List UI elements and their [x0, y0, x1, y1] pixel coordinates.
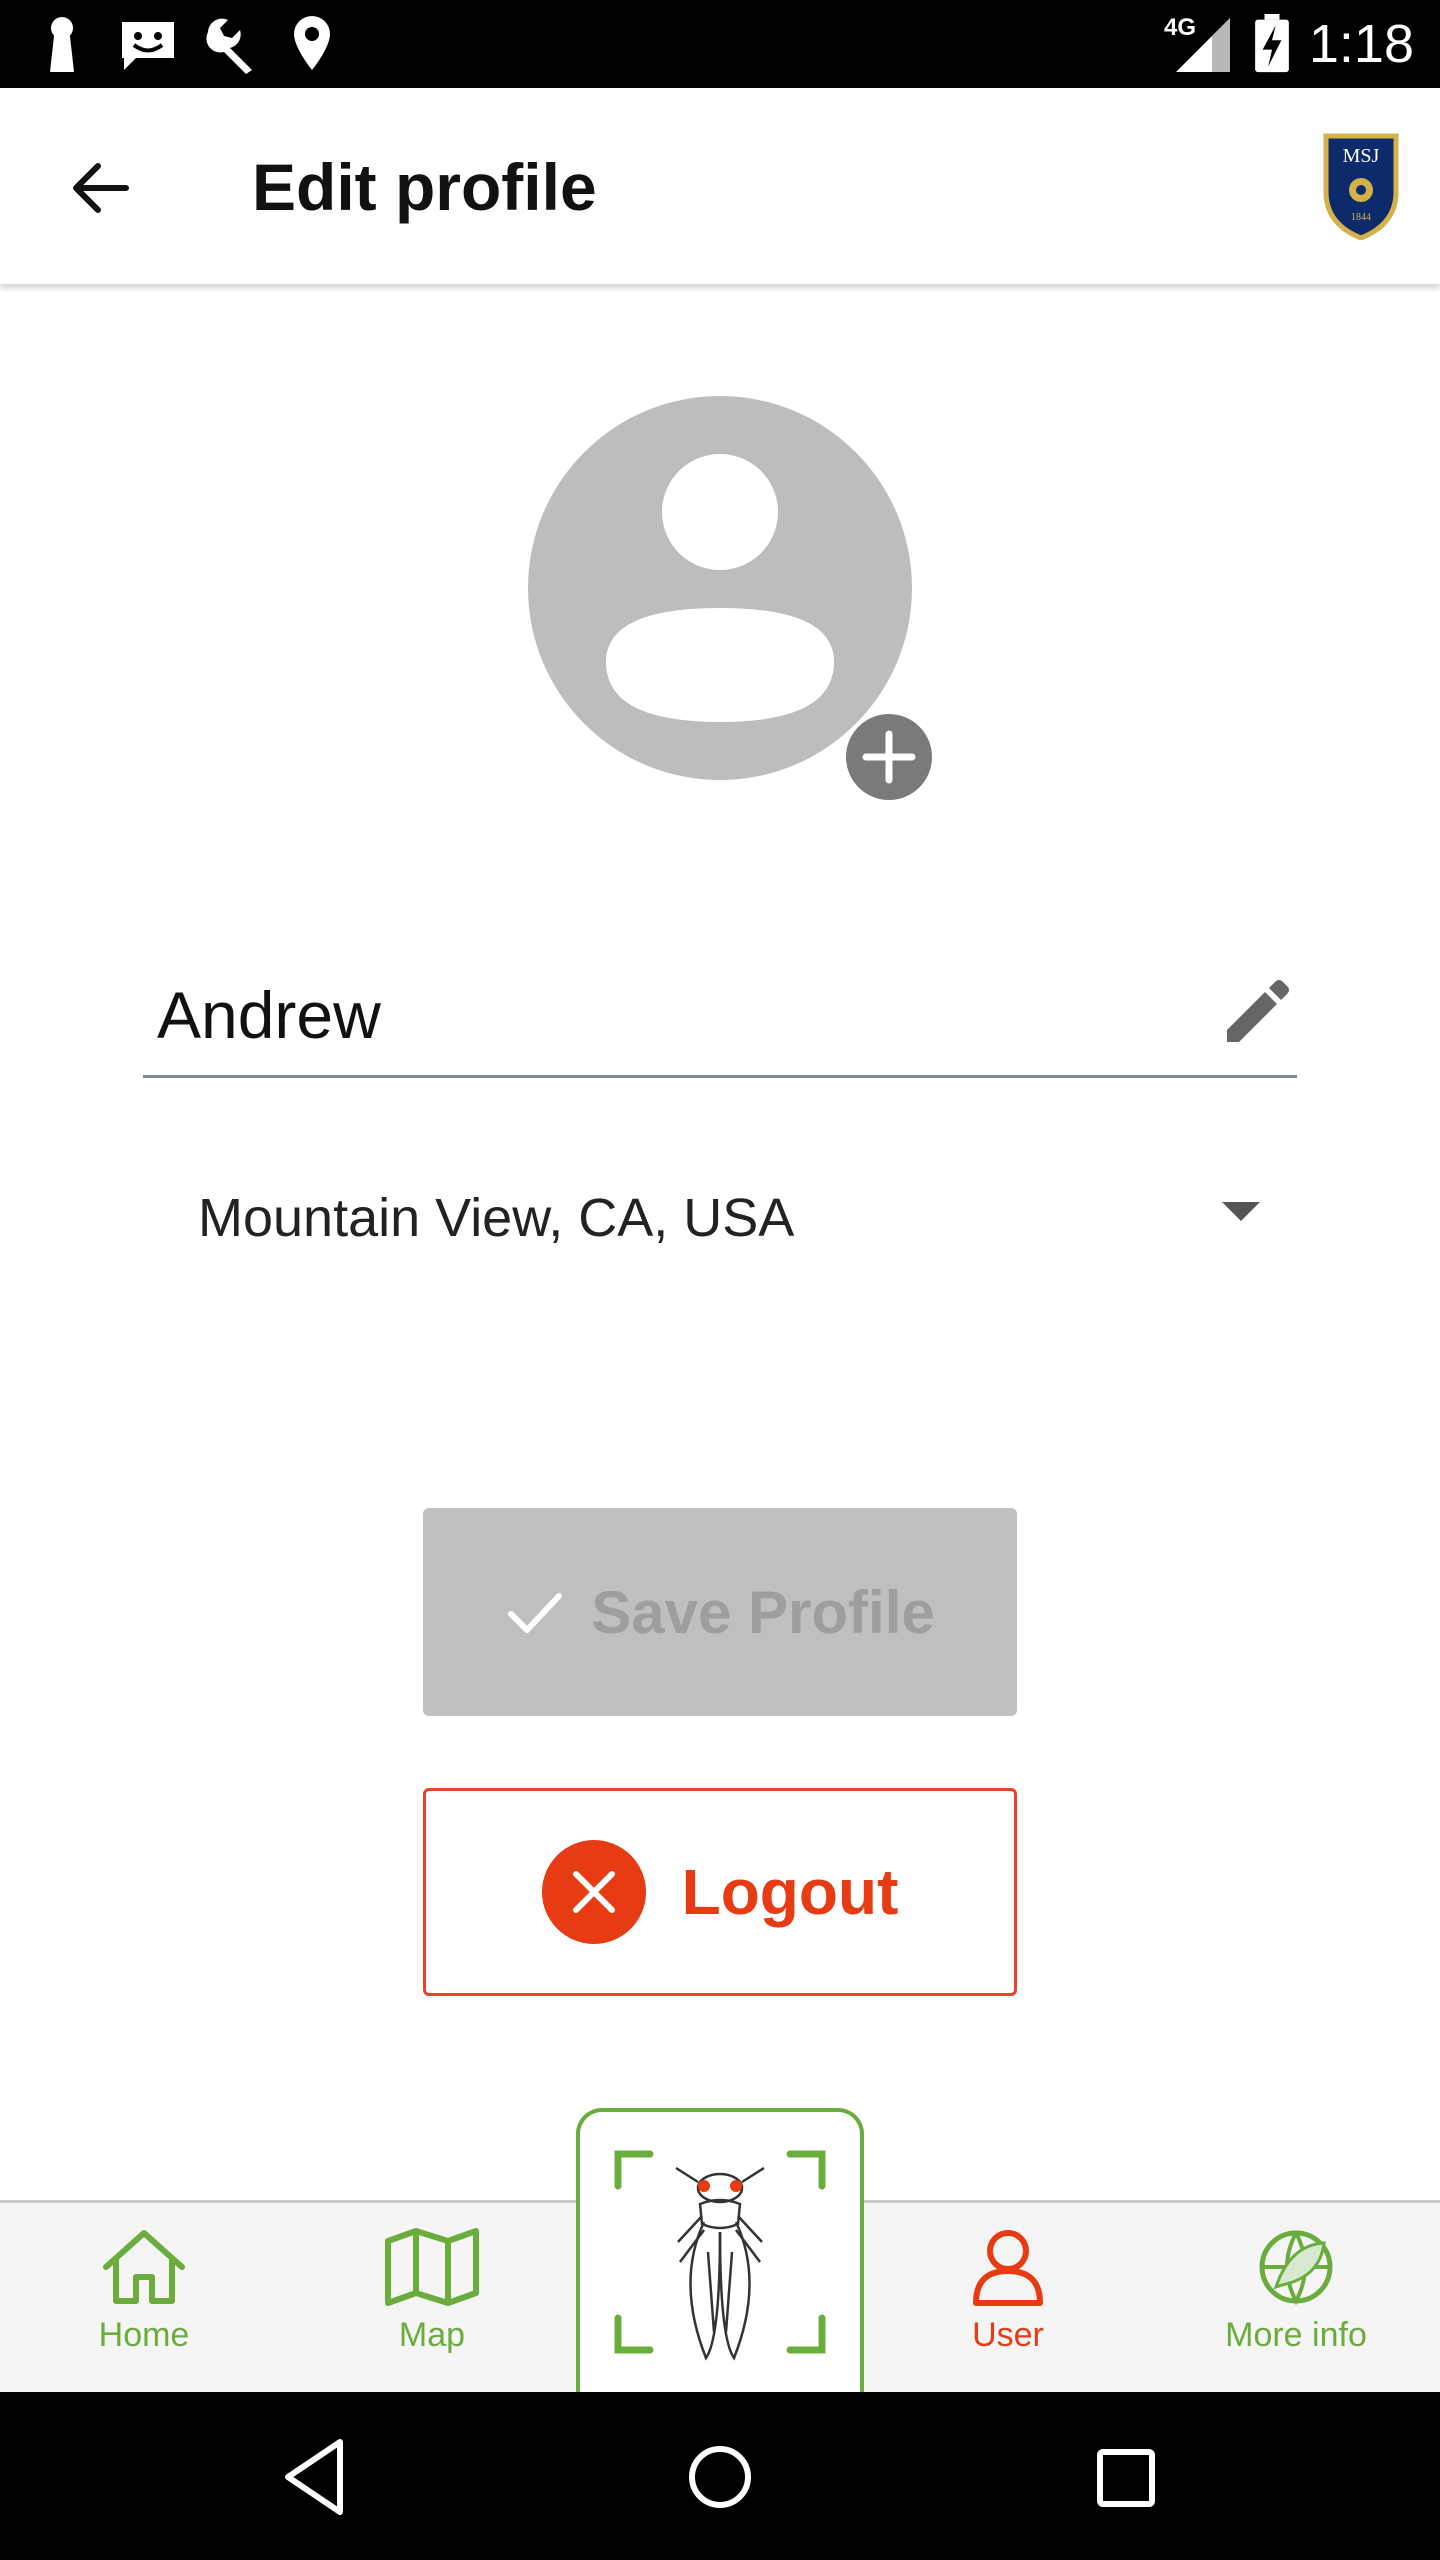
cicada-scan-icon — [614, 2150, 826, 2361]
nav-more-info[interactable]: More info — [1196, 2203, 1396, 2393]
clock: 1:18 — [1308, 14, 1414, 74]
nav-user-label: User — [972, 2316, 1044, 2354]
arrow-back-icon — [73, 163, 129, 213]
system-home-icon[interactable] — [675, 2432, 765, 2522]
scan-cicada-button[interactable] — [576, 2108, 864, 2392]
message-icon — [122, 22, 174, 70]
pencil-icon[interactable] — [1219, 978, 1291, 1050]
system-navigation-bar — [0, 2392, 1440, 2560]
add-photo-button[interactable] — [842, 710, 936, 804]
plus-icon — [862, 730, 916, 784]
name-field-container — [143, 950, 1297, 1078]
nav-more-info-label: More info — [1225, 2316, 1367, 2354]
nav-home-label: Home — [98, 2316, 190, 2354]
logout-button[interactable]: Logout — [423, 1788, 1017, 1996]
user-icon — [973, 2230, 1043, 2306]
wrench-icon — [206, 18, 252, 74]
nav-map-label: Map — [398, 2316, 466, 2354]
map-icon — [385, 2228, 479, 2306]
globe-leaf-icon — [1259, 2230, 1333, 2306]
nav-home[interactable]: Home — [58, 2203, 230, 2393]
system-back-icon[interactable] — [270, 2432, 360, 2522]
logo-year: 1844 — [1351, 212, 1371, 223]
save-profile-button[interactable]: Save Profile — [423, 1508, 1017, 1716]
logo-text: MSJ — [1343, 145, 1380, 167]
school-logo: MSJ 1844 — [1323, 133, 1399, 240]
location-pin-icon — [294, 16, 330, 70]
app-bar: Edit profile MSJ 1844 — [0, 88, 1440, 284]
logout-label: Logout — [681, 1856, 899, 1928]
status-bar: 4G 1:18 — [0, 0, 1440, 88]
back-button[interactable] — [50, 138, 150, 238]
location-value: Mountain View, CA, USA — [198, 1188, 795, 1248]
checkmark-icon — [508, 1593, 563, 1633]
battery-charging-icon — [1255, 14, 1289, 73]
dropdown-caret-icon — [1222, 1202, 1260, 1221]
location-dropdown[interactable]: Mountain View, CA, USA — [180, 1150, 1280, 1280]
save-profile-label: Save Profile — [591, 1578, 935, 1646]
close-circle-icon — [541, 1840, 646, 1944]
name-input[interactable] — [157, 972, 1157, 1058]
home-icon — [103, 2230, 185, 2304]
keyhole-icon — [50, 17, 74, 72]
signal-icon — [1176, 18, 1230, 72]
page-title: Edit profile — [252, 150, 597, 224]
nav-user[interactable]: User — [922, 2203, 1094, 2393]
nav-map[interactable]: Map — [346, 2203, 518, 2393]
system-recents-icon[interactable] — [1080, 2432, 1170, 2522]
